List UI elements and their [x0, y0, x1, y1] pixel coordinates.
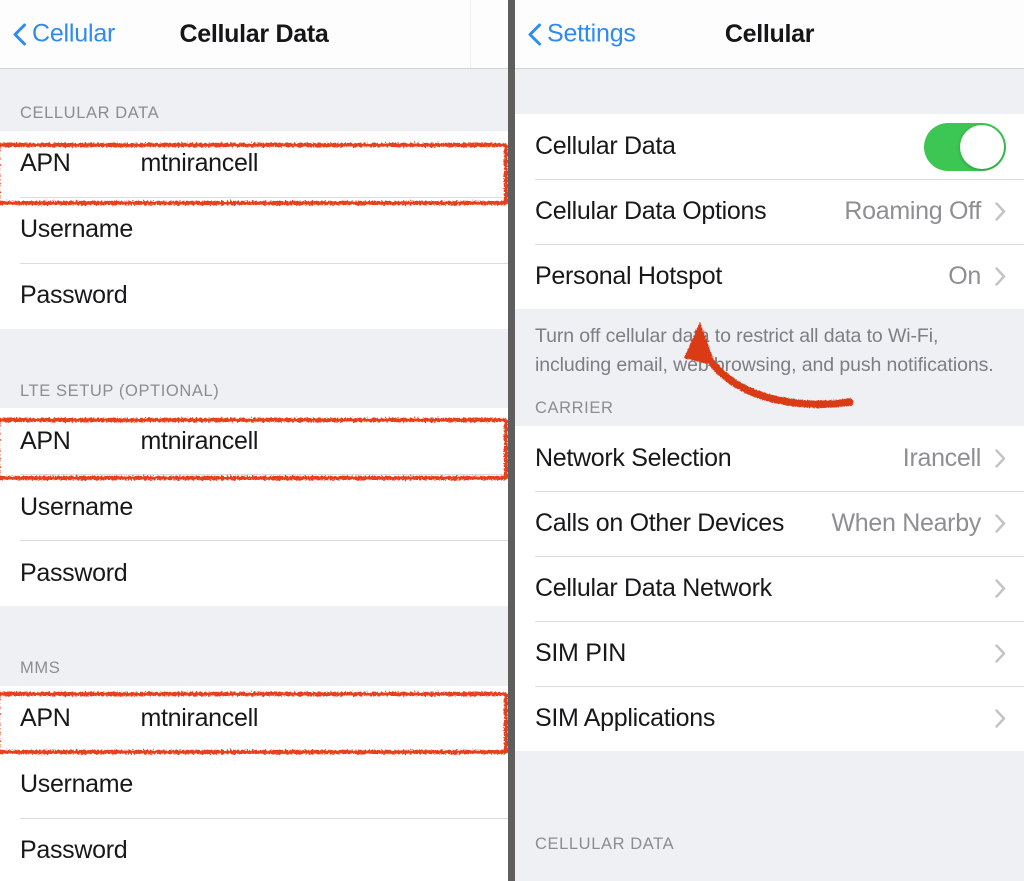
row-label: Cellular Data Network [535, 573, 772, 602]
right-navbar: Settings Cellular [515, 0, 1024, 69]
section-header-mms: MMS [0, 660, 508, 686]
row-sim-pin[interactable]: SIM PIN [515, 620, 1024, 686]
cellular-data-rows: APN mtnirancell Username Password [0, 130, 508, 329]
row-label: Username [20, 215, 133, 243]
chevron-left-icon [528, 23, 541, 45]
row-password-lte[interactable]: Password [0, 540, 508, 606]
right-scroll-area[interactable]: Cellular Data Cellular Data Options Roam… [515, 69, 1024, 881]
chevron-right-icon [995, 578, 1006, 598]
panel-divider [508, 0, 515, 881]
chevron-right-icon [995, 708, 1006, 728]
section-header-lte-setup: LTE SETUP (OPTIONAL) [0, 382, 508, 408]
apn-value[interactable]: mtnirancell [141, 427, 259, 456]
row-label: Username [20, 770, 133, 798]
row-network-selection[interactable]: Network Selection Irancell [515, 425, 1024, 491]
chevron-left-icon [13, 23, 26, 45]
row-label: Personal Hotspot [535, 262, 722, 290]
top-spacer [0, 69, 508, 105]
row-value: When Nearby [831, 508, 981, 537]
row-apn-cellular-data[interactable]: APN mtnirancell [0, 130, 508, 197]
row-label: Cellular Data [535, 132, 676, 160]
row-label: APN [20, 426, 71, 455]
row-username-mms[interactable]: Username [0, 751, 508, 818]
row-value: Irancell [902, 443, 982, 472]
app-screenshot: Cellular Cellular Data CELLULAR DATA APN… [0, 0, 1024, 881]
cellular-data-description: Turn off cellular data to restrict all d… [515, 309, 1024, 380]
row-username-cellular-data[interactable]: Username [0, 196, 508, 263]
row-password-mms[interactable]: Password [0, 817, 508, 881]
row-label: SIM PIN [535, 638, 626, 667]
top-spacer-right [515, 69, 1024, 114]
left-navbar: Cellular Cellular Data [0, 0, 508, 69]
row-label: Password [20, 836, 128, 864]
section-gap-1 [0, 328, 508, 383]
back-to-settings-button[interactable]: Settings [528, 20, 636, 49]
carrier-rows: Network Selection Irancell Calls on Othe… [515, 425, 1024, 751]
row-cellular-data[interactable]: Cellular Data [515, 114, 1024, 179]
section-header-cellular-data-bottom: CELLULAR DATA [515, 835, 1024, 861]
row-value: On [948, 262, 981, 290]
row-label: Network Selection [535, 443, 732, 472]
row-password-cellular-data[interactable]: Password [0, 262, 508, 329]
section-gap-2 [0, 606, 508, 660]
navbar-seam [470, 0, 471, 68]
cellular-data-panel: Cellular Cellular Data CELLULAR DATA APN… [0, 0, 508, 881]
back-button-label: Cellular [32, 19, 116, 48]
row-label: Cellular Data Options [535, 197, 767, 225]
mms-rows: APN mtnirancell Username Password [0, 685, 508, 881]
chevron-right-icon [995, 448, 1006, 468]
row-apn-mms[interactable]: APN mtnirancell [0, 685, 508, 752]
footer-gap [515, 380, 1024, 400]
back-button-label: Settings [547, 19, 636, 48]
left-scroll-area[interactable]: CELLULAR DATA APN mtnirancell Username P… [0, 69, 508, 881]
row-label: APN [20, 149, 71, 177]
row-label: Password [20, 558, 128, 587]
row-value: Roaming Off [844, 197, 981, 225]
section-header-cellular-data: CELLULAR DATA [0, 105, 508, 131]
row-apn-lte[interactable]: APN mtnirancell [0, 408, 508, 474]
cellular-panel: Settings Cellular Cellular Data Cellular… [515, 0, 1024, 881]
chevron-right-icon [995, 202, 1006, 221]
chevron-right-icon [995, 513, 1006, 533]
bottom-gap [515, 750, 1024, 836]
chevron-right-icon [995, 643, 1006, 663]
row-cellular-data-options[interactable]: Cellular Data Options Roaming Off [515, 179, 1024, 244]
row-label: APN [20, 704, 71, 732]
row-sim-applications[interactable]: SIM Applications [515, 685, 1024, 751]
section-header-carrier: CARRIER [515, 400, 1024, 426]
row-personal-hotspot[interactable]: Personal Hotspot On [515, 244, 1024, 309]
row-label: Username [20, 492, 133, 521]
lte-setup-rows: APN mtnirancell Username Password [0, 408, 508, 606]
row-label: Password [20, 281, 128, 309]
apn-value[interactable]: mtnirancell [141, 704, 259, 733]
row-calls-on-other-devices[interactable]: Calls on Other Devices When Nearby [515, 490, 1024, 556]
row-cellular-data-network[interactable]: Cellular Data Network [515, 555, 1024, 621]
toggle-knob [960, 124, 1004, 169]
cellular-main-rows: Cellular Data Cellular Data Options Roam… [515, 114, 1024, 309]
apn-value[interactable]: mtnirancell [141, 149, 259, 178]
cellular-data-toggle[interactable] [924, 122, 1006, 171]
back-to-cellular-button[interactable]: Cellular [13, 20, 115, 49]
row-label: SIM Applications [535, 703, 716, 732]
row-label: Calls on Other Devices [535, 508, 785, 537]
row-username-lte[interactable]: Username [0, 474, 508, 540]
chevron-right-icon [995, 267, 1006, 286]
